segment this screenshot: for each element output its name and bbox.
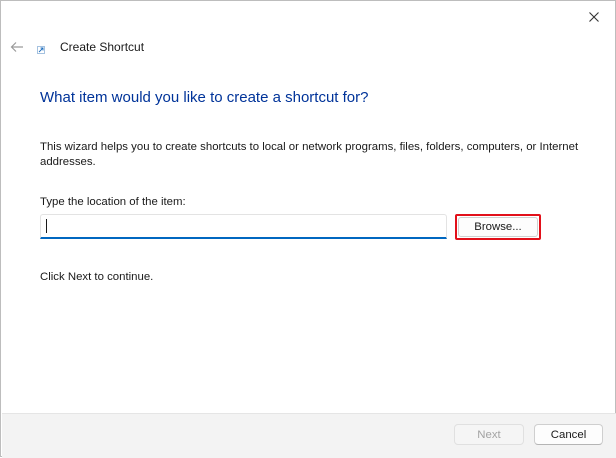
cancel-button[interactable]: Cancel — [534, 424, 603, 445]
text-caret — [46, 219, 47, 233]
back-button[interactable] — [7, 37, 27, 57]
shortcut-icon — [37, 46, 45, 54]
browse-button[interactable]: Browse... — [458, 217, 538, 237]
close-icon — [589, 12, 599, 22]
close-button[interactable] — [581, 5, 607, 29]
back-arrow-icon — [10, 42, 23, 52]
location-label: Type the location of the item: — [40, 196, 186, 208]
create-shortcut-window: Create Shortcut What item would you like… — [0, 0, 616, 458]
window-title: Create Shortcut — [60, 40, 145, 54]
location-input[interactable] — [40, 214, 447, 239]
next-button[interactable]: Next — [454, 424, 524, 445]
page-heading: What item would you like to create a sho… — [40, 89, 369, 106]
wizard-description: This wizard helps you to create shortcut… — [40, 141, 579, 168]
continue-instruction: Click Next to continue. — [40, 271, 154, 283]
